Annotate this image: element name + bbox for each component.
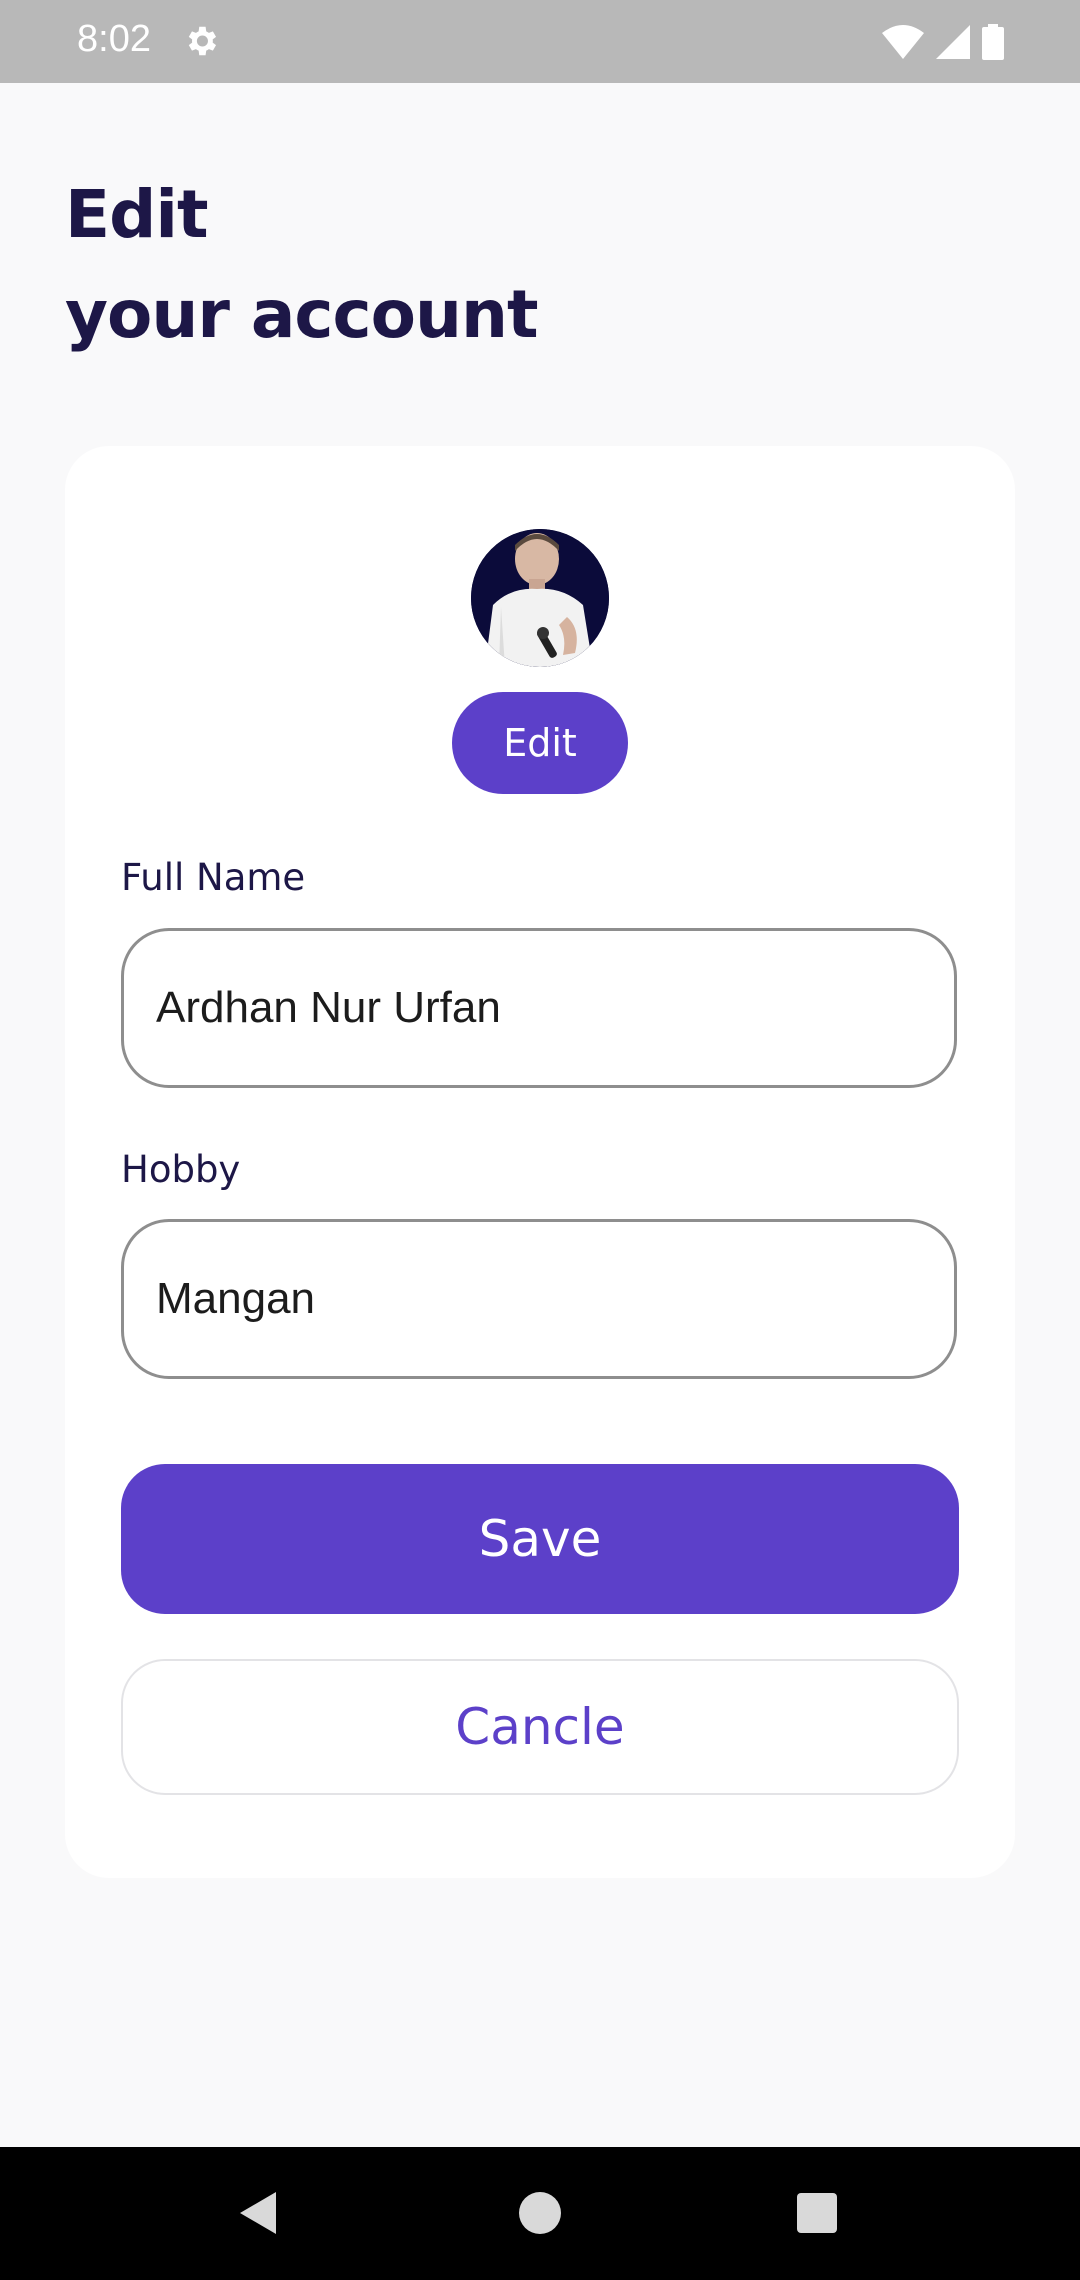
full-name-label: Full Name (121, 856, 306, 899)
save-button[interactable]: Save (121, 1464, 959, 1614)
avatar (471, 529, 609, 667)
cancel-button[interactable]: Cancle (121, 1659, 959, 1795)
back-icon[interactable] (236, 2190, 280, 2236)
wifi-icon (882, 25, 924, 59)
gear-icon (188, 26, 217, 56)
page-title-line1: Edit (65, 176, 209, 253)
status-time: 8:02 (77, 18, 151, 60)
hobby-input[interactable] (121, 1219, 957, 1379)
page-title-line2: your account (65, 276, 539, 353)
hobby-label: Hobby (121, 1148, 241, 1191)
edit-photo-button[interactable]: Edit (452, 692, 628, 794)
edit-account-screen: 8:02 Edit your account Edit Full Name Ar… (0, 0, 1080, 2280)
page-title: Edit your account (65, 165, 539, 365)
battery-icon (982, 24, 1004, 60)
cell-signal-icon (936, 25, 970, 59)
full-name-input[interactable] (121, 928, 957, 1088)
avatar-photo (471, 529, 609, 667)
status-icons (882, 24, 1004, 60)
status-bar: 8:02 (0, 0, 1080, 83)
recents-icon[interactable] (797, 2193, 837, 2233)
home-icon[interactable] (519, 2192, 561, 2234)
